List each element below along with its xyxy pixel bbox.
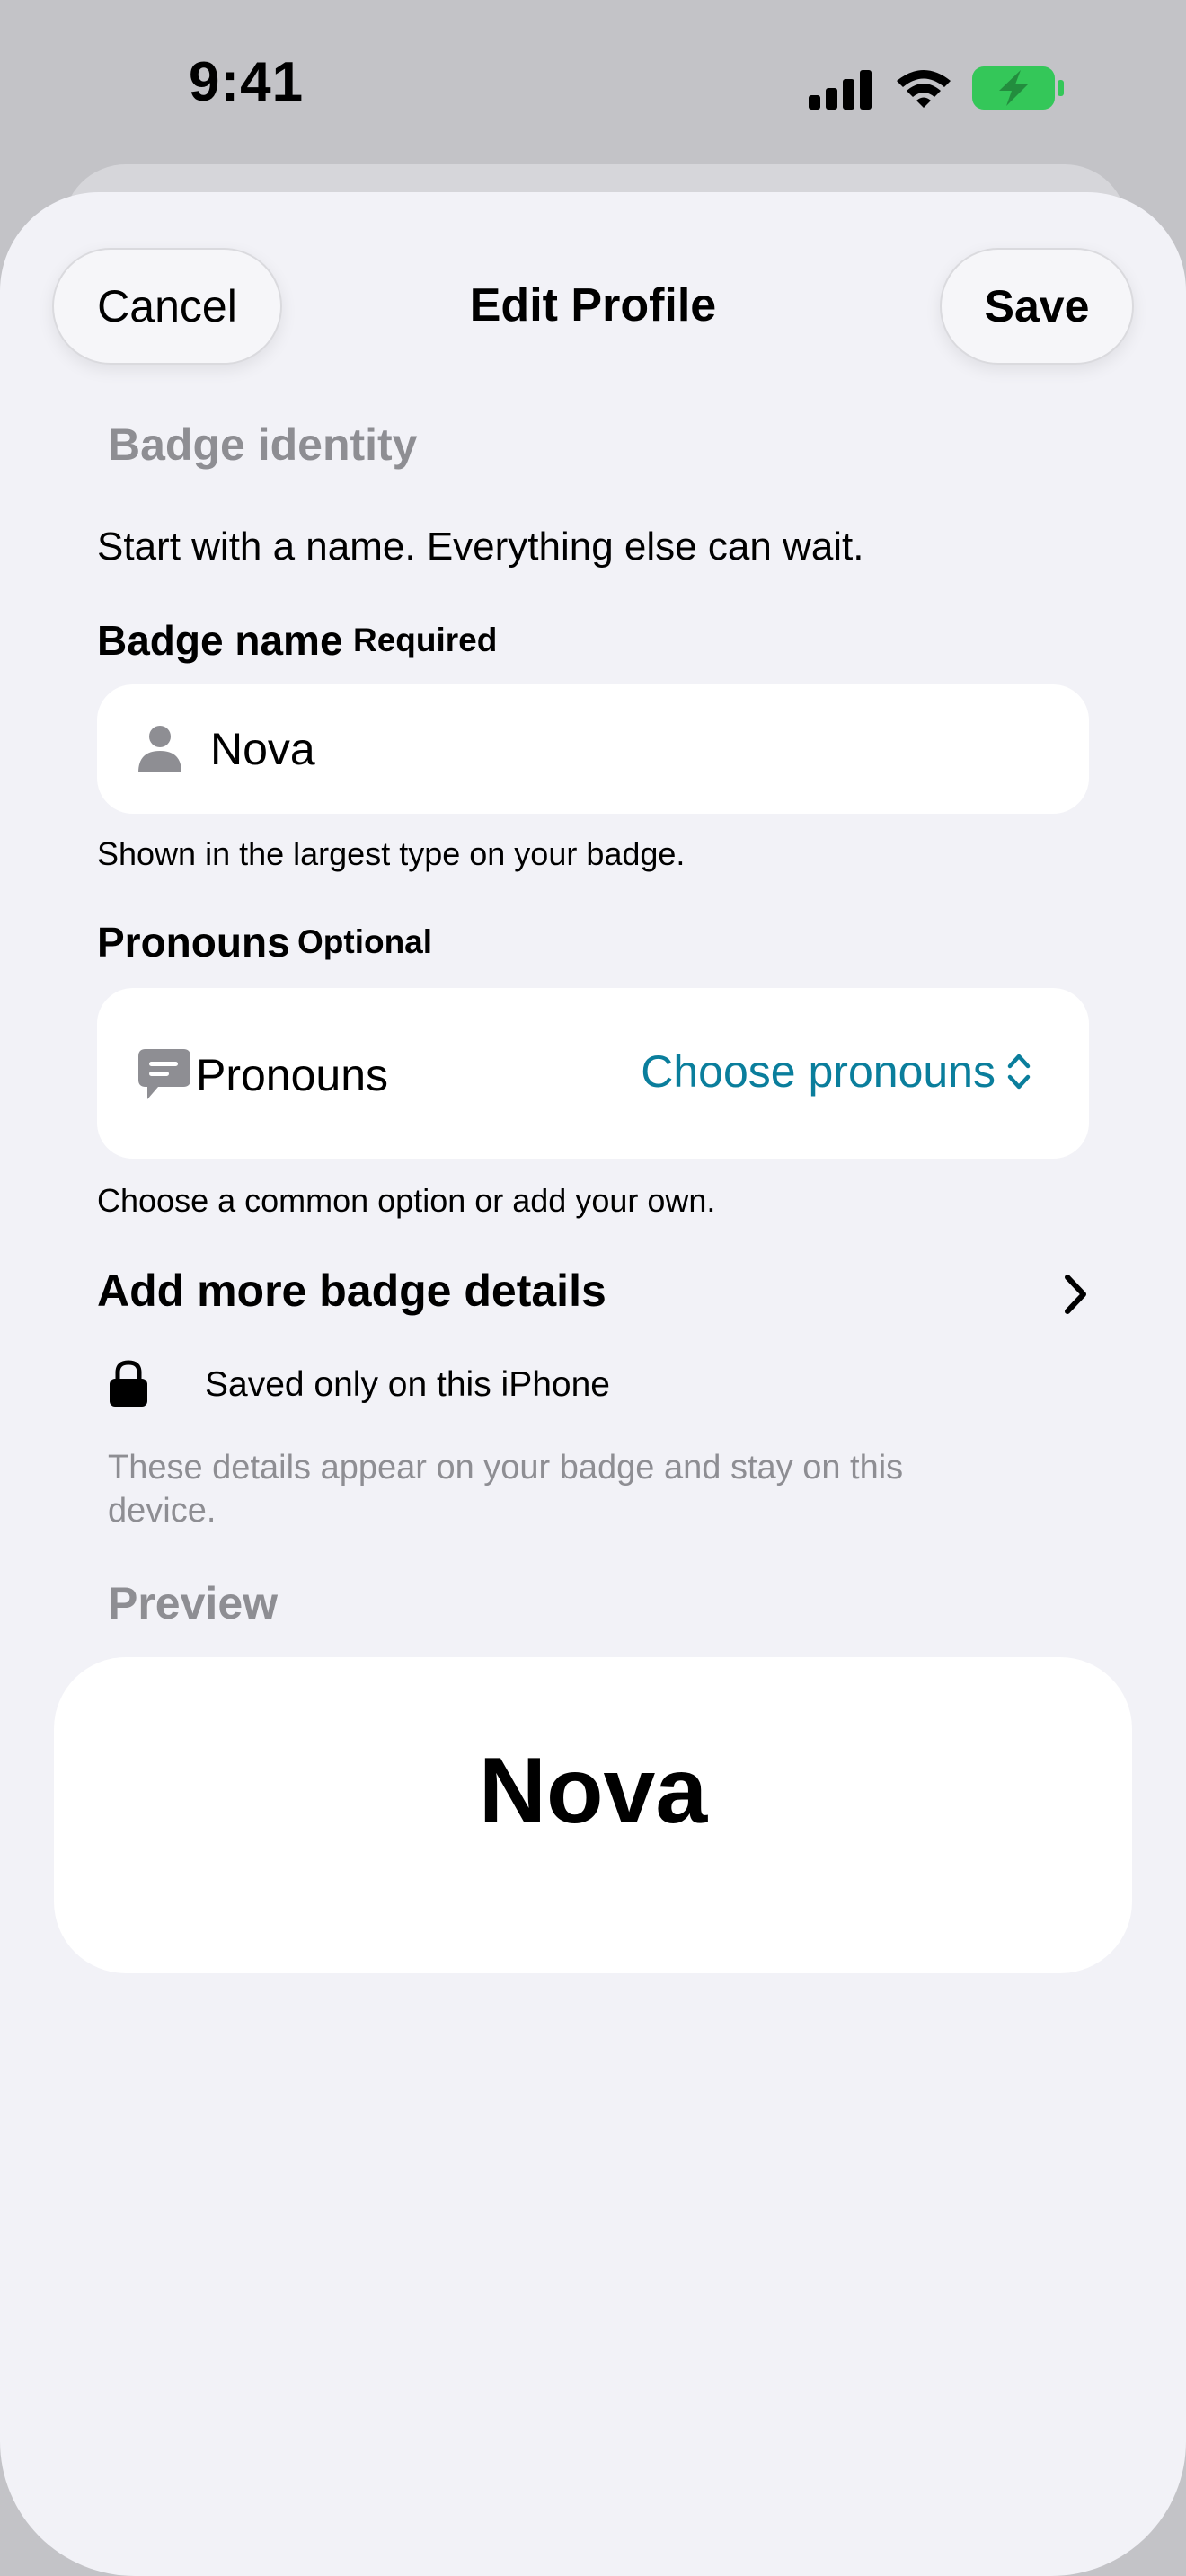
- chevron-right-icon: [1065, 1275, 1086, 1314]
- privacy-label: Saved only on this iPhone: [205, 1365, 610, 1404]
- optional-tag: Optional: [297, 923, 433, 960]
- edit-profile-sheet: Cancel Edit Profile Save Badge identity …: [0, 192, 1186, 2576]
- badge-name-hint: Shown in the largest type on your badge.: [97, 835, 686, 872]
- pronouns-field-card: Pronouns Choose pronouns: [97, 988, 1089, 1159]
- required-tag: Required: [353, 622, 498, 658]
- status-icons: [809, 61, 1069, 115]
- section-header-preview: Preview: [108, 1578, 279, 1628]
- section-header-badge-identity: Badge identity: [108, 419, 418, 470]
- pronouns-picker-value: Choose pronouns: [641, 1046, 996, 1097]
- status-bar: 9:41: [0, 0, 1186, 171]
- badge-name-label: Badge name: [97, 617, 343, 664]
- status-time: 9:41: [189, 51, 305, 113]
- battery-charging-icon: [972, 66, 1064, 110]
- add-more-details-label: Add more badge details: [97, 1266, 606, 1316]
- pronouns-row-label: Pronouns: [196, 1050, 389, 1100]
- cellular-signal-icon: [809, 70, 872, 110]
- intro-text: Start with a name. Everything else can w…: [97, 525, 864, 569]
- privacy-note: These details appear on your badge and s…: [108, 1449, 904, 1530]
- badge-name-input[interactable]: [210, 717, 1019, 781]
- pronouns-picker[interactable]: Choose pronouns: [641, 1045, 1031, 1098]
- badge-preview-card: Nova: [54, 1657, 1132, 1973]
- wifi-icon: [897, 70, 951, 108]
- person-icon: [138, 726, 181, 772]
- chat-bubble-icon: [138, 1049, 190, 1099]
- save-button[interactable]: Save: [940, 248, 1134, 365]
- chevron-up-down-icon: [1007, 1054, 1031, 1090]
- lock-icon: [110, 1360, 147, 1407]
- badge-name-field-card: [97, 684, 1089, 814]
- add-more-details-row[interactable]: Add more badge details: [97, 1254, 1089, 1335]
- pronouns-hint: Choose a common option or add your own.: [97, 1182, 716, 1219]
- pronouns-label: Pronouns: [97, 919, 290, 966]
- badge-preview-name: Nova: [478, 1739, 708, 1843]
